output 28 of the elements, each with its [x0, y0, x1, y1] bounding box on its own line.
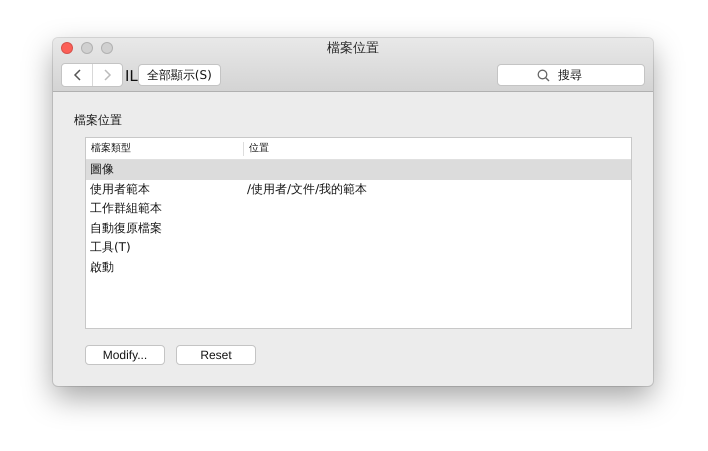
- table-row[interactable]: 使用者範本 /使用者/文件/我的範本: [86, 180, 631, 199]
- table-cell-text: 圖像: [89, 161, 115, 178]
- table-row[interactable]: 工具(T): [86, 238, 631, 258]
- table-cell-text: 自動復原檔案: [89, 220, 163, 237]
- table-cell-text: 工具(T): [89, 239, 132, 256]
- table-cell-text: 工作群組範本: [89, 200, 163, 218]
- search-field[interactable]: 搜尋: [497, 64, 645, 86]
- table-cell-text: 啟動: [89, 258, 115, 276]
- table-row[interactable]: 圖像: [86, 160, 631, 180]
- table-row[interactable]: 自動復原檔案: [86, 218, 631, 238]
- minimize-button[interactable]: [81, 42, 93, 54]
- zoom-button[interactable]: [101, 42, 113, 54]
- action-button[interactable]: Reset: [176, 345, 256, 365]
- section-title: 檔案位置: [74, 112, 123, 129]
- search-icon: [537, 69, 550, 82]
- table-row[interactable]: 工作群組範本: [86, 199, 631, 218]
- chevron-left-icon: [73, 69, 81, 81]
- toolbar-text: IL: [125, 67, 138, 85]
- table-cell-text: /使用者/文件/我的範本: [246, 180, 368, 198]
- column-header[interactable]: 位置: [243, 142, 631, 156]
- close-button[interactable]: [61, 42, 73, 54]
- show-all-button[interactable]: 全部顯示(S): [138, 64, 221, 86]
- window-title: 檔案位置: [327, 40, 379, 57]
- column-header[interactable]: 檔案類型: [86, 142, 243, 156]
- action-button[interactable]: Modify...: [85, 345, 165, 365]
- table-cell-text: 使用者範本: [89, 180, 151, 198]
- table-row[interactable]: 啟動: [86, 258, 631, 277]
- chevron-right-icon: [104, 69, 112, 81]
